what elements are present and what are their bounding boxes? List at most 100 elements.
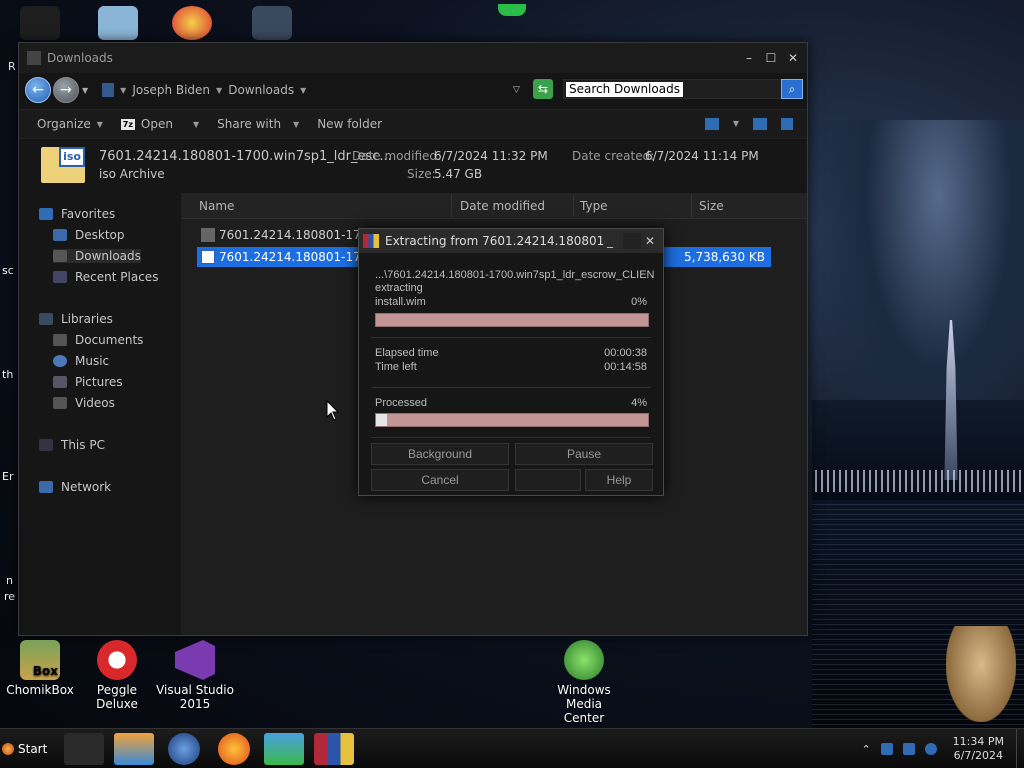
column-name[interactable]: Name (199, 199, 234, 213)
hamster-gadget-icon[interactable] (946, 626, 1016, 722)
desktop-icon-peggle[interactable]: Peggle Deluxe (77, 640, 157, 711)
desktop-top-icon-4[interactable] (252, 6, 292, 40)
nav-videos[interactable]: Videos (53, 396, 115, 410)
taskbar-app-explorer[interactable] (64, 733, 104, 765)
breadcrumb-chevron-icon[interactable]: ▼ (120, 86, 126, 95)
elapsed-value: 00:00:38 (604, 347, 647, 359)
nav-documents[interactable]: Documents (53, 333, 143, 347)
minimize-button[interactable]: – (741, 51, 757, 65)
taskbar-app-winrar[interactable] (314, 733, 354, 765)
address-dropdown-icon[interactable]: ▽ (513, 85, 520, 95)
desktop-icon-label: Windows Media Center (557, 683, 611, 725)
nav-desktop[interactable]: Desktop (53, 228, 125, 242)
navigation-pane: Favorites Desktop Downloads Recent Place… (19, 193, 179, 635)
taskbar-app-media-player[interactable] (114, 733, 154, 765)
desktop-icon-media-center[interactable]: Windows Media Center (544, 640, 624, 725)
breadcrumb-joseph-biden[interactable]: Joseph Biden (132, 83, 210, 97)
dialog-divider (371, 387, 651, 388)
clock-date: 6/7/2024 (953, 749, 1004, 762)
details-filename: 7601.24214.180801-1700.win7sp1_ldr_esc..… (99, 149, 392, 164)
nav-favorites-label: Favorites (61, 207, 116, 221)
desktop-icon-chomikbox[interactable]: Box ChomikBox (0, 640, 80, 697)
nav-favorites[interactable]: Favorites (39, 207, 115, 221)
show-desktop-button[interactable] (1016, 729, 1024, 768)
nav-this-pc[interactable]: This PC (39, 438, 105, 452)
chevron-up-icon[interactable]: ⌃ (861, 743, 870, 756)
desktop-icon-label: Visual Studio 2015 (156, 683, 234, 711)
maximize-button[interactable]: ☐ (763, 51, 779, 65)
nav-recent-places-label: Recent Places (75, 270, 159, 284)
help-button[interactable]: Help (585, 469, 653, 491)
new-folder-label: New folder (317, 117, 383, 131)
nav-network-label: Network (61, 480, 112, 494)
system-tray: ⌃ 11:34 PM 6/7/2024 (861, 735, 1016, 763)
explorer-titlebar[interactable]: Downloads (19, 43, 807, 73)
breadcrumb-chevron-icon[interactable]: ▼ (300, 86, 306, 95)
new-folder-button[interactable]: New folder (317, 117, 382, 131)
cancel-button[interactable]: Cancel (371, 469, 509, 491)
breadcrumb[interactable]: ▼ Joseph Biden ▼ Downloads ▼ (102, 83, 306, 97)
column-date-modified[interactable]: Date modified (460, 199, 545, 213)
desktop-top-icon-3[interactable] (172, 6, 212, 40)
desktop-icon-label: Peggle Deluxe (96, 683, 138, 711)
nav-libraries[interactable]: Libraries (39, 312, 113, 326)
desktop-top-icon-2[interactable] (98, 6, 138, 40)
refresh-button[interactable]: ⇆ (533, 79, 553, 99)
caret-down-icon[interactable]: ▼ (733, 118, 739, 130)
breadcrumb-downloads[interactable]: Downloads (228, 83, 294, 97)
nav-this-pc-label: This PC (61, 438, 105, 452)
background-button[interactable]: Background (371, 443, 509, 465)
back-button[interactable]: ← (25, 77, 51, 103)
taskbar-app-messenger[interactable] (264, 733, 304, 765)
preview-pane-icon[interactable] (753, 118, 767, 130)
dialog-minimize-button[interactable]: _ (601, 233, 619, 249)
taskbar-app-ie[interactable] (168, 733, 200, 765)
file-percent: 0% (631, 296, 647, 308)
nav-music[interactable]: Music (53, 354, 109, 368)
iso-file-icon: iso (41, 147, 85, 183)
column-headers: Name Date modified Type Size (181, 193, 807, 219)
column-type[interactable]: Type (580, 199, 608, 213)
nav-videos-label: Videos (75, 396, 115, 410)
forward-button[interactable]: → (53, 77, 79, 103)
close-button[interactable]: ✕ (785, 51, 801, 65)
column-size[interactable]: Size (699, 199, 724, 213)
visual-studio-icon (175, 640, 215, 680)
share-with-button[interactable]: Share with ▼ (217, 117, 299, 131)
start-button[interactable]: Start (2, 737, 58, 761)
extract-dialog[interactable]: Extracting from 7601.24214.180801-170...… (358, 228, 664, 496)
nav-recent-places[interactable]: Recent Places (53, 270, 158, 284)
column-divider[interactable] (691, 195, 692, 217)
processed-progress-bar (375, 413, 649, 427)
breadcrumb-chevron-icon[interactable]: ▼ (216, 86, 222, 95)
search-icon[interactable]: ⌕ (781, 79, 803, 99)
column-divider[interactable] (451, 195, 452, 217)
chomikbox-icon: Box (20, 640, 60, 680)
shield-icon[interactable] (880, 743, 893, 755)
help-icon[interactable] (781, 118, 793, 130)
edge-text-3: th (2, 368, 14, 381)
network-tray-icon[interactable] (924, 743, 937, 755)
history-dropdown-icon[interactable]: ▼ (82, 86, 88, 95)
desktop-icon-visual-studio[interactable]: Visual Studio 2015 (155, 640, 235, 711)
details-pane: iso 7601.24214.180801-1700.win7sp1_ldr_e… (19, 141, 807, 191)
nav-downloads[interactable]: Downloads (53, 249, 141, 263)
libraries-icon (39, 313, 53, 325)
edge-text-4: Er (2, 470, 14, 483)
search-input[interactable]: Search Downloads (563, 79, 801, 99)
column-divider[interactable] (573, 195, 574, 217)
desktop-top-icon-1[interactable] (20, 6, 60, 40)
clock[interactable]: 11:34 PM 6/7/2024 (953, 735, 1004, 763)
nav-network[interactable]: Network (39, 480, 111, 494)
caret-down-icon[interactable]: ▼ (193, 120, 199, 129)
nav-pictures[interactable]: Pictures (53, 375, 123, 389)
open-button[interactable]: 7z Open ▼ (120, 117, 199, 131)
pause-button[interactable]: Pause (515, 443, 653, 465)
change-view-icon[interactable] (704, 118, 719, 130)
taskbar-app-firefox[interactable] (218, 733, 250, 765)
dialog-maximize-button[interactable] (623, 233, 641, 249)
time-left-label: Time left (375, 361, 417, 373)
monitor-icon[interactable] (902, 743, 915, 755)
dialog-close-button[interactable]: ✕ (641, 233, 659, 249)
organize-button[interactable]: Organize ▼ (37, 117, 103, 131)
